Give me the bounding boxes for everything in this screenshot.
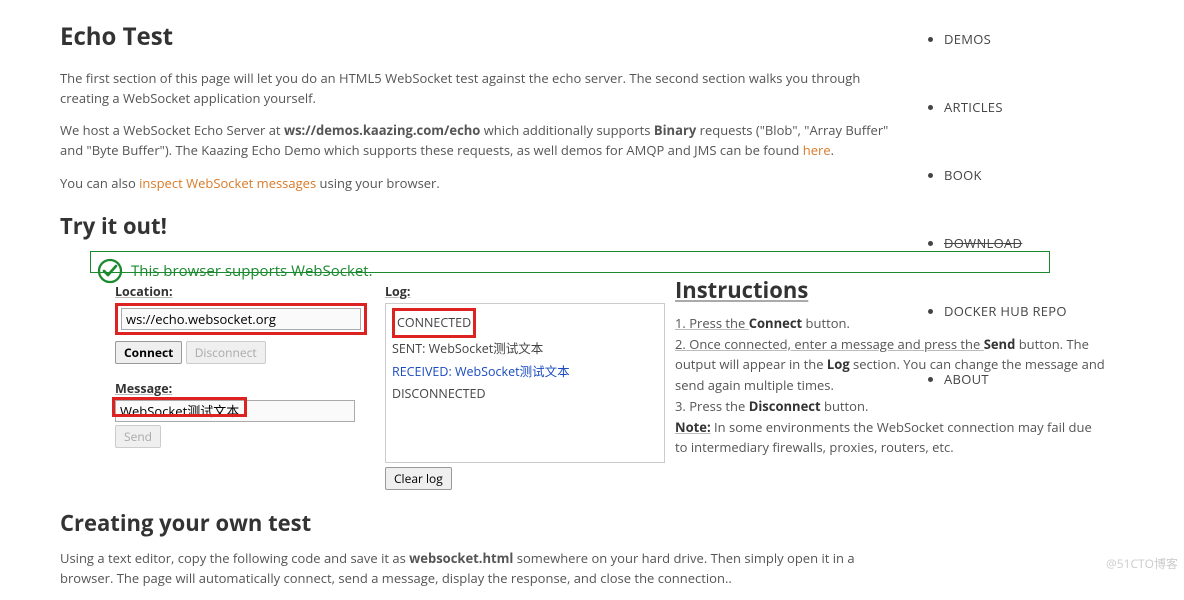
text: which additionally supports [480, 121, 654, 139]
text: using your browser. [316, 174, 440, 192]
text: Log [827, 355, 850, 373]
send-button[interactable]: Send [115, 425, 161, 448]
text: button. [821, 397, 869, 415]
try-heading: Try it out! [60, 211, 890, 241]
support-text: This browser supports WebSocket. [131, 261, 373, 281]
intro-para-2: We host a WebSocket Echo Server at ws://… [60, 120, 890, 160]
log-line: RECEIVED: WebSocket测试文本 [392, 363, 570, 380]
log-label: Log: [385, 283, 665, 300]
nav-download[interactable]: DOWNLOAD [944, 234, 1110, 252]
create-para: Using a text editor, copy the following … [60, 548, 890, 588]
side-nav: DEMOS ARTICLES BOOK DOWNLOAD DOCKER HUB … [910, 0, 1110, 600]
inspect-link[interactable]: inspect WebSocket messages [139, 174, 316, 192]
log-output: CONNECTED SENT: WebSocket测试文本 RECEIVED: … [385, 303, 665, 463]
text: button. [802, 314, 850, 332]
text: websocket.html [409, 549, 513, 567]
watermark: @51CTO博客 [1106, 555, 1178, 572]
location-input[interactable] [121, 308, 361, 330]
text: Binary [654, 121, 696, 139]
text: Connect [749, 314, 802, 332]
text: Using a text editor, copy the following … [60, 549, 409, 567]
intro-para-3: You can also inspect WebSocket messages … [60, 173, 890, 193]
nav-about[interactable]: ABOUT [944, 370, 1110, 388]
text: Disconnect [749, 397, 821, 415]
intro-para-1: The first section of this page will let … [60, 68, 890, 108]
nav-book[interactable]: BOOK [944, 166, 1110, 184]
location-label: Location: [115, 283, 375, 300]
log-line: SENT: WebSocket测试文本 [392, 340, 543, 357]
message-label: Message: [115, 380, 375, 397]
label: Connect [124, 344, 173, 361]
connect-button[interactable]: Connect [115, 341, 182, 364]
create-heading: Creating your own test [60, 508, 890, 538]
page-title: Echo Test [60, 20, 890, 53]
text: You can also [60, 174, 139, 192]
text: 1. Press the [675, 314, 749, 332]
highlight-box: CONNECTED [392, 308, 476, 339]
here-link[interactable]: here [803, 141, 831, 159]
text: We host a WebSocket Echo Server at [60, 121, 284, 139]
note-label: Note: [675, 418, 711, 436]
log-line: DISCONNECTED [392, 385, 486, 402]
log-line: CONNECTED [397, 314, 471, 331]
nav-demos[interactable]: DEMOS [944, 30, 1110, 48]
highlight-box [112, 397, 247, 417]
disconnect-button[interactable]: Disconnect [186, 341, 266, 364]
text: 3. Press the [675, 397, 749, 415]
nav-docker[interactable]: DOCKER HUB REPO [944, 302, 1110, 320]
nav-articles[interactable]: ARTICLES [944, 98, 1110, 116]
clear-log-button[interactable]: Clear log [385, 467, 452, 490]
support-banner: This browser supports WebSocket. [90, 251, 1050, 273]
highlight-box [115, 303, 367, 335]
ws-url: ws://demos.kaazing.com/echo [284, 121, 480, 139]
check-circle-icon [97, 258, 123, 284]
